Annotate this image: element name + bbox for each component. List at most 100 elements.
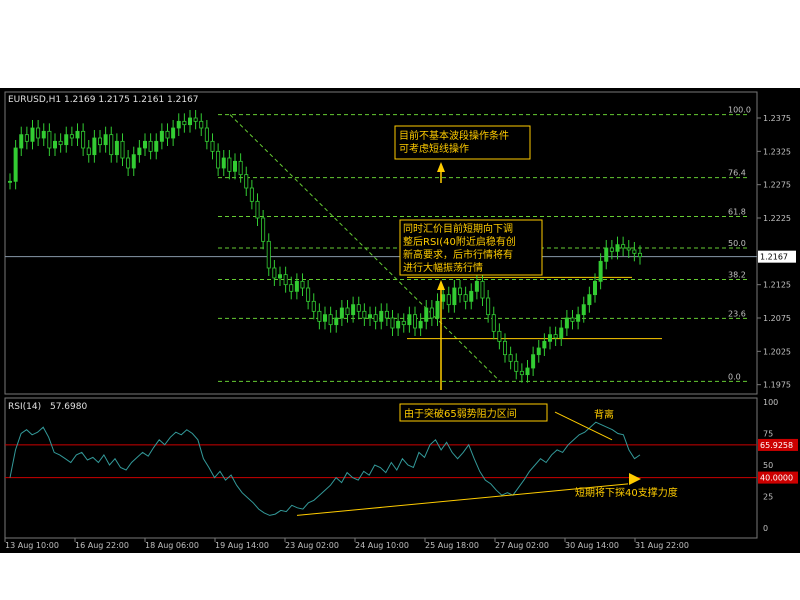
time-axis-label-7: 27 Aug 02:00 (495, 541, 549, 550)
candle-body-79 (452, 287, 457, 306)
candle-body-8 (53, 140, 58, 149)
candle-body-61 (351, 304, 356, 316)
price-axis: 1.2375 1.2325 1.2275 1.2225 1.2125 1.2075 1.20… (757, 114, 796, 390)
candle-body-92 (525, 367, 530, 376)
candle-body-45 (261, 217, 266, 242)
candle-body-68 (390, 317, 395, 329)
candle-body-89 (508, 354, 513, 362)
candle-body-9 (58, 140, 63, 146)
time-axis-label-5: 24 Aug 10:00 (355, 541, 409, 550)
candle-body-78 (446, 294, 451, 306)
time-axis-label-0: 13 Aug 10:00 (5, 541, 59, 550)
candle-body-12 (75, 130, 80, 139)
candle-body-47 (272, 267, 277, 279)
candle-body-44 (255, 200, 260, 219)
candle-body-33 (193, 117, 198, 122)
price-axis-label-6: 1.2025 (763, 347, 791, 356)
candle-body-13 (81, 130, 86, 149)
price-axis-label-7: 1.1975 (763, 381, 791, 390)
time-axis-label-1: 16 Aug 22:00 (75, 541, 129, 550)
candle-body-17 (103, 134, 108, 146)
fib-level-label-6: 0.0 (728, 372, 741, 381)
time-axis-label-4: 23 Aug 02:00 (285, 541, 339, 550)
rsi-annotation-divergence: 背离 (594, 408, 614, 421)
candle-body-18 (109, 134, 114, 156)
candle-body-80 (457, 287, 462, 296)
candle-body-64 (367, 314, 372, 319)
fib-level-label-0: 100.0 (728, 106, 751, 115)
candle-body-16 (98, 137, 103, 146)
time-axis-label-3: 19 Aug 14:00 (215, 541, 269, 550)
rsi-axis-label-4: 0 (763, 524, 768, 533)
candle-body-6 (41, 130, 46, 139)
candle-body-43 (249, 187, 254, 202)
candle-body-22 (131, 154, 136, 169)
candle-body-87 (497, 330, 502, 342)
candle-body-28 (165, 130, 170, 139)
candle-body-91 (519, 370, 524, 376)
candle-body-32 (187, 117, 192, 126)
candle-body-41 (238, 160, 243, 176)
rsi-axis-label-1: 75 (763, 430, 773, 439)
candle-body-38 (221, 157, 226, 169)
current-price-label: 1.2167 (760, 253, 788, 262)
candle-body-24 (142, 140, 147, 149)
candle-body-21 (126, 157, 131, 169)
chart-window[interactable]: EURUSD,H1 1.2169 1.2175 1.2161 1.2167 RS… (0, 88, 800, 553)
candle-body-3 (24, 134, 29, 142)
candle-body-4 (30, 127, 35, 142)
rsi-annotation-breakout: 由于突破65弱势阻力区间 (404, 407, 517, 420)
candle-body-23 (137, 147, 142, 156)
candle-body-85 (486, 297, 491, 316)
rsi-annotation-support: 短期将下探40支撑力度 (575, 486, 678, 499)
price-axis-label-3: 1.2225 (763, 214, 791, 223)
candle-body-51 (294, 280, 299, 292)
chart-canvas[interactable]: EURUSD,H1 1.2169 1.2175 1.2161 1.2167 RS… (0, 88, 800, 553)
candle-body-104 (593, 280, 598, 296)
candle-body-31 (182, 120, 187, 126)
candle-body-76 (435, 300, 440, 319)
candle-body-59 (339, 307, 344, 319)
candle-body-54 (311, 300, 316, 312)
candle-body-20 (120, 140, 125, 159)
candle-body-112 (638, 252, 643, 258)
chart-background (0, 88, 800, 553)
candle-body-50 (289, 284, 294, 292)
rsi-title-name: RSI(14) (8, 402, 41, 412)
candle-body-37 (216, 150, 221, 169)
candle-body-5 (36, 127, 41, 139)
candle-body-29 (171, 127, 176, 139)
candle-body-0 (7, 180, 12, 183)
time-axis-label-8: 30 Aug 14:00 (565, 541, 619, 550)
candle-body-72 (412, 314, 417, 329)
candle-body-82 (469, 290, 474, 302)
candle-body-108 (615, 244, 620, 252)
candle-body-60 (345, 307, 350, 316)
candle-body-39 (227, 157, 232, 172)
candle-body-40 (232, 160, 237, 172)
candle-body-84 (480, 280, 485, 299)
annotation-middle-line3: 新高要求，后市行情将有 (403, 248, 513, 261)
rsi-title-value: 57.6980 (50, 402, 87, 412)
price-axis-label-5: 1.2075 (763, 314, 791, 323)
candle-body-46 (266, 240, 271, 269)
candle-body-30 (176, 120, 181, 129)
price-axis-label-2: 1.2275 (763, 181, 791, 190)
candle-body-35 (204, 127, 209, 142)
price-axis-label-4: 1.2125 (763, 281, 791, 290)
candle-body-25 (148, 140, 153, 152)
price-axis-label-0: 1.2375 (763, 114, 791, 123)
candle-body-98 (559, 327, 564, 339)
candle-body-7 (47, 130, 52, 149)
fib-level-label-2: 61.8 (728, 208, 746, 217)
candle-body-100 (570, 317, 575, 322)
candle-body-26 (154, 140, 159, 152)
candle-body-14 (86, 147, 91, 156)
candle-body-69 (396, 320, 401, 329)
candle-body-101 (576, 314, 581, 322)
candle-body-63 (362, 310, 367, 319)
candle-body-55 (317, 310, 322, 322)
candle-body-107 (609, 247, 614, 252)
candle-body-11 (69, 134, 74, 139)
candle-body-74 (424, 307, 429, 322)
